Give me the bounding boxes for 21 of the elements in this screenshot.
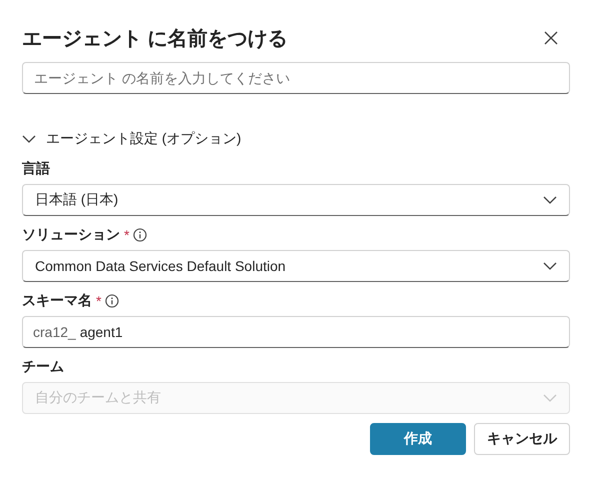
field-label: 言語 — [22, 160, 50, 178]
dropdown[interactable]: 日本語 (日本) — [22, 184, 570, 216]
dialog-title: エージェント に名前をつける — [22, 26, 288, 52]
field-label: チーム — [22, 358, 64, 376]
dropdown[interactable]: Common Data Services Default Solution — [22, 250, 570, 282]
input-field[interactable]: cra12_ agent1 — [22, 316, 570, 348]
cancel-button[interactable]: キャンセル — [474, 423, 570, 455]
chevron-icon — [543, 196, 557, 204]
field-label: ソリューション — [22, 226, 120, 244]
create-button[interactable]: 作成 — [370, 423, 466, 455]
info-icon[interactable] — [133, 228, 148, 242]
chevron-icon — [543, 394, 557, 402]
required-mark: * — [96, 293, 102, 309]
info-icon[interactable] — [105, 294, 120, 308]
chevron-icon — [543, 262, 557, 270]
prefix-text: cra12_ — [33, 324, 76, 340]
name-input-field[interactable]: エージェント の名前を入力してください — [22, 62, 570, 94]
chevron-icon — [22, 135, 36, 143]
section-toggle[interactable]: エージェント設定 (オプション) — [22, 128, 242, 150]
required-mark: * — [124, 227, 130, 243]
field-label: スキーマ名 — [22, 292, 92, 310]
